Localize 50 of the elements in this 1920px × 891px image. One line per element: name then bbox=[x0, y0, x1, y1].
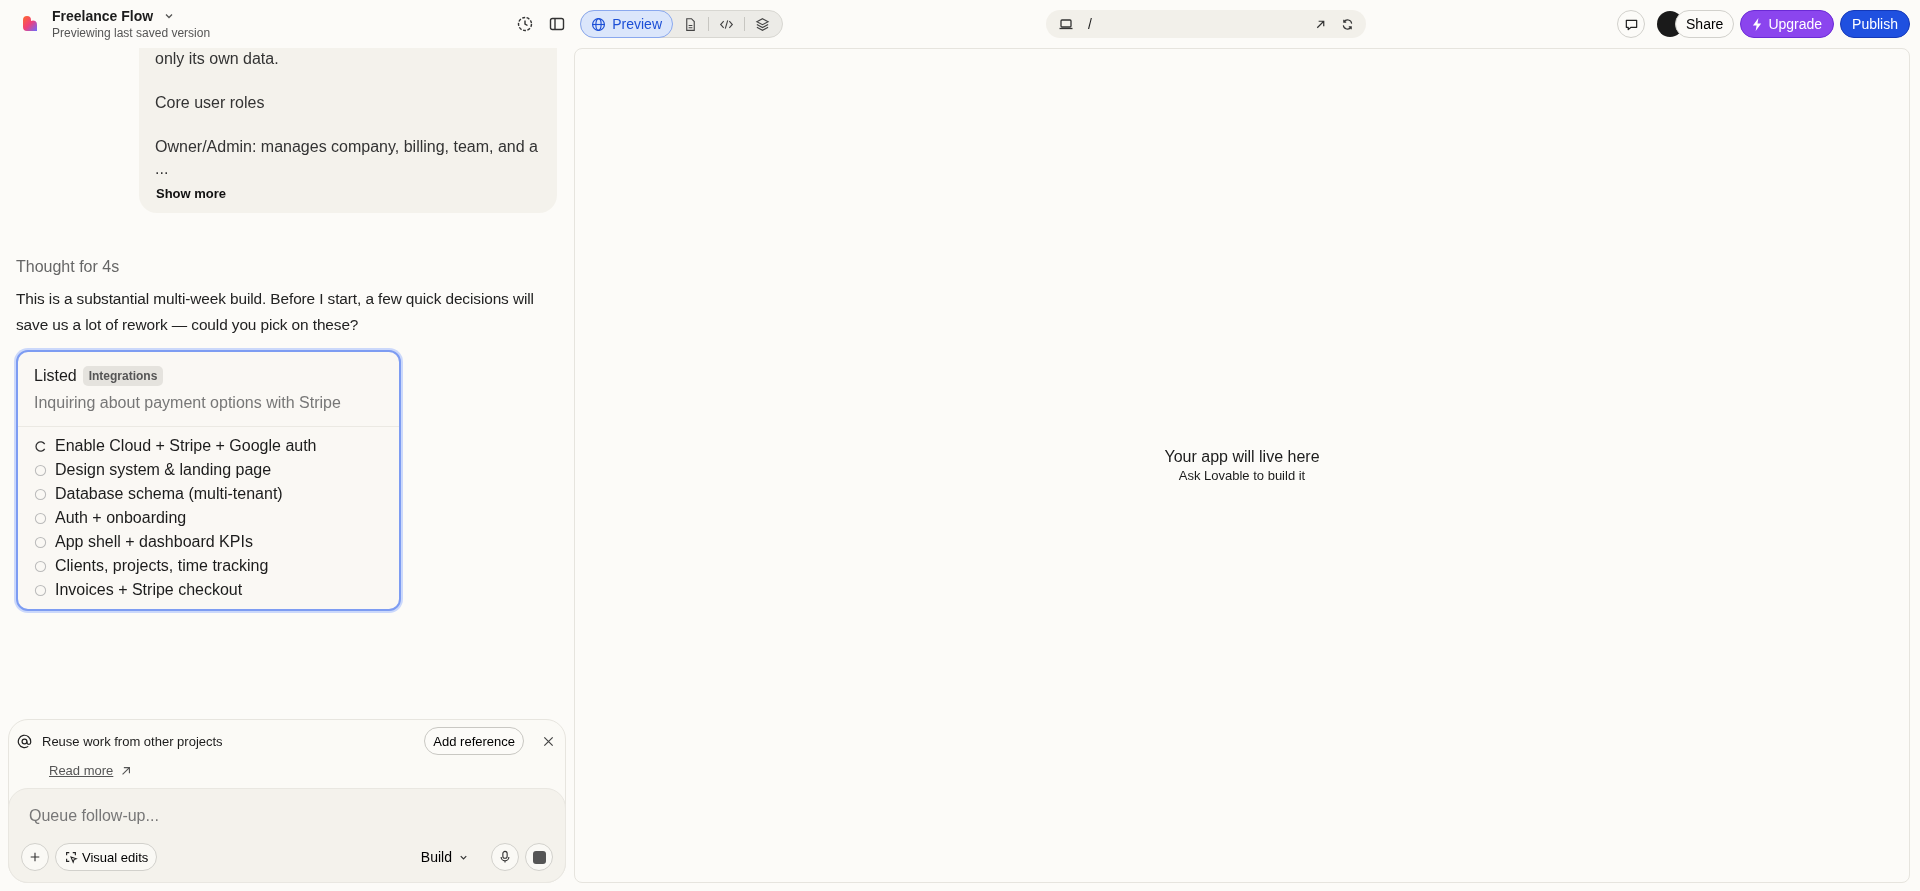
task-label: App shell + dashboard KPIs bbox=[55, 533, 253, 551]
address-bar[interactable]: / bbox=[1046, 10, 1366, 38]
upgrade-button[interactable]: Upgrade bbox=[1740, 10, 1835, 38]
task-card-title: Listed bbox=[34, 367, 77, 385]
refresh-icon[interactable] bbox=[1341, 17, 1354, 31]
message-composer[interactable]: Queue follow-up... Visual edits Build bbox=[8, 788, 566, 883]
task-label: Auth + onboarding bbox=[55, 509, 187, 527]
mode-dropdown[interactable]: Build bbox=[414, 848, 475, 866]
message-text: Core user roles bbox=[155, 93, 265, 113]
microphone-button[interactable] bbox=[491, 843, 519, 871]
show-more-link[interactable]: Show more bbox=[155, 186, 228, 201]
task-label: Invoices + Stripe checkout bbox=[55, 581, 243, 599]
comment-button[interactable] bbox=[1617, 10, 1645, 38]
globe-icon[interactable] bbox=[591, 16, 607, 32]
message-text: Owner/Admin: manages company, billing, team, and a bbox=[155, 137, 538, 157]
microphone-icon[interactable] bbox=[499, 850, 511, 864]
app-logo-icon bbox=[20, 14, 40, 34]
message-text: ... bbox=[155, 159, 170, 179]
cursor-select-icon[interactable] bbox=[64, 850, 78, 864]
thought-duration[interactable]: Thought for 4s bbox=[16, 258, 558, 276]
share-button[interactable]: Share bbox=[1675, 10, 1735, 38]
history-icon[interactable] bbox=[516, 15, 535, 33]
empty-preview-subtitle: Ask Lovable to build it bbox=[1178, 468, 1306, 483]
task-label: Enable Cloud + Stripe + Google auth bbox=[55, 437, 317, 455]
sidebar-icon[interactable] bbox=[548, 15, 567, 33]
add-button[interactable] bbox=[21, 843, 49, 871]
close-icon[interactable] bbox=[542, 734, 555, 748]
task-label: Clients, projects, time tracking bbox=[55, 557, 269, 575]
view-tab[interactable]: Preview bbox=[580, 10, 673, 38]
task-card-subtitle: Inquiring about payment options with Stripe bbox=[34, 394, 342, 412]
reference-prompt: Reuse work from other projects bbox=[42, 733, 223, 749]
at-sign-icon bbox=[17, 733, 32, 749]
laptop-icon[interactable] bbox=[1058, 16, 1074, 32]
layers-icon[interactable] bbox=[755, 16, 770, 32]
publish-button[interactable]: Publish bbox=[1840, 10, 1910, 38]
stop-button[interactable] bbox=[525, 843, 553, 871]
category-tag: Integrations bbox=[82, 366, 164, 386]
empty-preview-title: Your app will live here bbox=[1164, 448, 1320, 466]
task-label: Design system & landing page bbox=[55, 461, 272, 479]
task-label: Database schema (multi-tenant) bbox=[55, 485, 283, 503]
project-name[interactable]: Freelance Flow bbox=[52, 8, 154, 24]
plus-icon[interactable] bbox=[29, 851, 41, 863]
message-text: only its own data. bbox=[155, 49, 279, 69]
assistant-reply: This is a substantial multi-week build. Before I start, a few quick decisions will save us a lot of rework — could you pick on these? bbox=[16, 289, 535, 335]
read-more-link[interactable]: Read more bbox=[49, 763, 114, 778]
visual-edits-button[interactable]: Visual edits bbox=[55, 843, 158, 871]
file-icon[interactable] bbox=[683, 16, 698, 32]
arrow-up-right-icon[interactable] bbox=[120, 764, 133, 777]
project-subtitle: Previewing last saved version bbox=[52, 26, 211, 40]
add-reference-button[interactable]: Add reference bbox=[424, 727, 524, 755]
